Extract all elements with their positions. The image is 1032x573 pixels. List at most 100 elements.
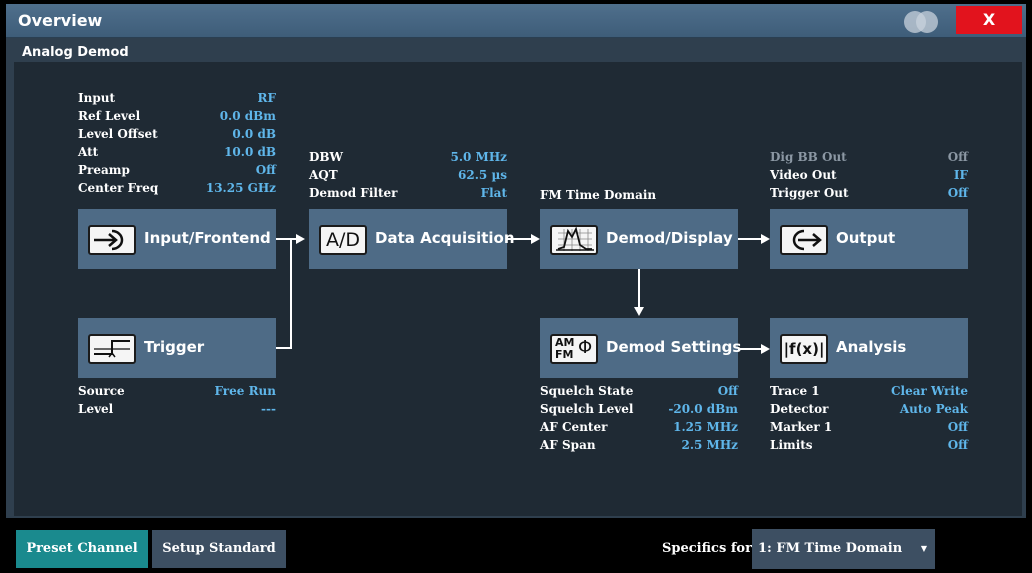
param-value: Off (255, 163, 276, 177)
block-label: Data Acquisition (375, 229, 515, 247)
setup-standard-button[interactable]: Setup Standard (152, 530, 286, 568)
preset-channel-button[interactable]: Preset Channel (16, 530, 148, 568)
param-label: Dig BB Out (770, 150, 847, 164)
connector-line (738, 238, 761, 240)
param-value: Auto Peak (899, 402, 968, 416)
param-value: Off (947, 420, 968, 434)
demod-settings-block[interactable]: AM FM Φ Demod Settings (540, 318, 741, 378)
acquisition-params: DBW 5.0 MHz AQT 62.5 µs Demod Filter Flat (309, 150, 507, 204)
param-label: Detector (770, 402, 829, 416)
block-label: Input/Frontend (144, 229, 271, 247)
param-row[interactable]: AQT 62.5 µs (309, 168, 507, 186)
param-label: Ref Level (78, 109, 141, 123)
param-label: AF Span (540, 438, 596, 452)
param-row[interactable]: Input RF (78, 91, 276, 109)
param-row[interactable]: DBW 5.0 MHz (309, 150, 507, 168)
output-params: Dig BB Out Off Video Out IF Trigger Out Off (770, 150, 968, 204)
param-value: Free Run (214, 384, 277, 398)
input-frontend-block[interactable]: Input/Frontend (78, 209, 276, 269)
block-label: Trigger (144, 338, 205, 356)
param-row[interactable]: Ref Level 0.0 dBm (78, 109, 276, 127)
connector-line (507, 238, 531, 240)
overview-window: Overview X Analog Demod Input RF Ref Leve… (0, 0, 1032, 573)
connector-line (276, 238, 296, 240)
specifics-label: Specifics for (662, 541, 752, 556)
param-value: Off (947, 150, 968, 164)
block-label: Demod/Display (606, 229, 733, 247)
fm-label: FM (555, 348, 574, 361)
block-label: Output (836, 229, 896, 247)
param-value: 1.25 MHz (673, 420, 738, 434)
param-value: 5.0 MHz (450, 150, 508, 164)
output-block[interactable]: Output (770, 209, 968, 269)
param-label: Preamp (78, 163, 130, 177)
param-row[interactable]: AF Center 1.25 MHz (540, 420, 738, 438)
adc-icon: A/D (319, 225, 367, 255)
trigger-params: Source Free Run Level --- (78, 384, 276, 420)
param-row[interactable]: Limits Off (770, 438, 968, 456)
output-arrow-icon (780, 225, 828, 255)
param-value: -20.0 dBm (668, 402, 738, 416)
block-label: Analysis (836, 338, 907, 356)
chevron-down-icon: ▼ (920, 543, 927, 553)
specifics-value: 1: FM Time Domain (758, 541, 903, 556)
param-label: AF Center (540, 420, 608, 434)
param-row[interactable]: Trigger Out Off (770, 186, 968, 204)
input-params: Input RF Ref Level 0.0 dBm Level Offset 0.0… (78, 91, 276, 199)
param-value: Flat (480, 186, 507, 200)
connector-line (738, 348, 761, 350)
connector-arrow (296, 234, 305, 244)
param-row[interactable]: Squelch Level -20.0 dBm (540, 402, 738, 420)
connector-arrow (634, 307, 644, 316)
param-row[interactable]: AF Span 2.5 MHz (540, 438, 738, 456)
param-label: Center Freq (78, 181, 159, 195)
param-label: AQT (309, 168, 338, 182)
param-label: Trace 1 (770, 384, 820, 398)
trigger-block[interactable]: Trigger (78, 318, 276, 378)
param-row[interactable]: Preamp Off (78, 163, 276, 181)
param-label: Limits (770, 438, 813, 452)
connector-arrow (531, 234, 540, 244)
param-row[interactable]: Dig BB Out Off (770, 150, 968, 168)
param-row[interactable]: Video Out IF (770, 168, 968, 186)
overlap-icon[interactable] (898, 8, 942, 36)
section-label: Analog Demod (22, 45, 129, 60)
param-label: Source (78, 384, 125, 398)
function-icon: |f(x)| (780, 334, 828, 364)
param-row[interactable]: Trace 1 Clear Write (770, 384, 968, 402)
param-label: Marker 1 (770, 420, 833, 434)
data-acquisition-block[interactable]: A/D Data Acquisition (309, 209, 515, 269)
param-label: Level (78, 402, 114, 416)
param-row[interactable]: Marker 1 Off (770, 420, 968, 438)
param-row[interactable]: Demod Filter Flat (309, 186, 507, 204)
param-value: Clear Write (890, 384, 968, 398)
param-value: 0.0 dBm (219, 109, 276, 123)
param-value: 13.25 GHz (205, 181, 276, 195)
demod-params: Squelch State Off Squelch Level -20.0 dBm … (540, 384, 738, 456)
param-value: IF (953, 168, 968, 182)
demod-display-block[interactable]: Demod/Display (540, 209, 738, 269)
param-value: RF (257, 91, 277, 105)
param-row[interactable]: Level Offset 0.0 dB (78, 127, 276, 145)
input-arrow-icon (88, 225, 136, 255)
param-label: Squelch State (540, 384, 634, 398)
param-row[interactable]: Detector Auto Peak (770, 402, 968, 420)
analysis-block[interactable]: |f(x)| Analysis (770, 318, 968, 378)
param-row[interactable]: Center Freq 13.25 GHz (78, 181, 276, 199)
param-value: 62.5 µs (458, 168, 507, 182)
connector-line (638, 269, 640, 308)
connector-arrow (761, 234, 770, 244)
param-value: 0.0 dB (232, 127, 276, 141)
param-label: Input (78, 91, 115, 105)
param-value: Off (947, 186, 968, 200)
param-row[interactable]: Att 10.0 dB (78, 145, 276, 163)
param-row[interactable]: Source Free Run (78, 384, 276, 402)
specifics-dropdown[interactable]: 1: FM Time Domain ▼ (752, 529, 935, 569)
param-row[interactable]: Squelch State Off (540, 384, 738, 402)
param-row[interactable]: Level --- (78, 402, 276, 420)
demod-display-title: FM Time Domain (540, 188, 657, 202)
param-value: 2.5 MHz (681, 438, 739, 452)
trigger-edge-icon (88, 334, 136, 364)
connector-line (276, 347, 292, 349)
close-button[interactable]: X (956, 6, 1022, 34)
